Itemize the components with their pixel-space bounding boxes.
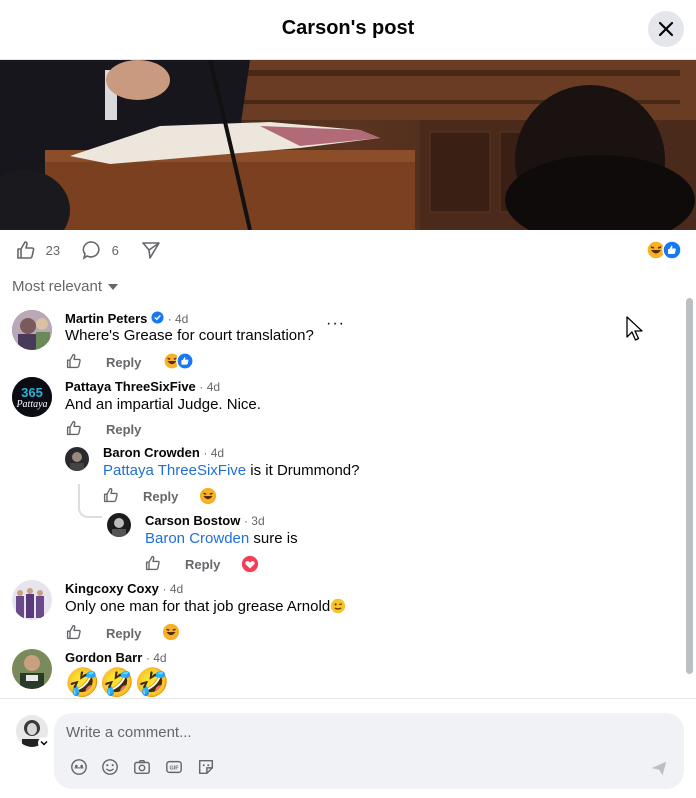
comment-time[interactable]: · 4d <box>163 582 184 596</box>
avatar-sticker-icon[interactable] <box>70 758 88 776</box>
avatar[interactable] <box>65 447 89 471</box>
comment-icon <box>82 241 100 260</box>
like-comment-icon[interactable] <box>103 487 119 503</box>
like-button[interactable]: 23 <box>16 240 60 260</box>
reply-button[interactable]: Reply <box>143 489 178 504</box>
share-icon <box>142 242 160 259</box>
avatar[interactable] <box>12 310 52 350</box>
sort-label: Most relevant <box>12 278 103 295</box>
reply-button[interactable]: Reply <box>185 557 220 572</box>
thread-connector <box>78 484 102 518</box>
scrollbar[interactable] <box>686 298 693 674</box>
avatar[interactable]: 365 Pattaya <box>12 377 52 417</box>
like-comment-icon[interactable] <box>66 420 82 436</box>
close-button[interactable] <box>648 11 684 47</box>
camera-icon[interactable] <box>133 758 151 776</box>
comment-author[interactable]: Gordon Barr · 4d <box>65 650 167 665</box>
comment-text: Pattaya ThreeSixFive is it Drummond? <box>103 462 360 479</box>
like-count: 23 <box>45 242 61 258</box>
send-icon[interactable] <box>650 759 668 777</box>
svg-text:Pattaya: Pattaya <box>15 399 47 410</box>
avatar[interactable] <box>12 649 52 689</box>
comment-time[interactable]: · 4d <box>168 312 189 326</box>
svg-text:GIF: GIF <box>170 766 180 772</box>
sticker-icon[interactable] <box>197 758 215 776</box>
comment-author[interactable]: Kingcoxy Coxy · 4d <box>65 581 183 596</box>
comment-author[interactable]: Martin Peters · 4d <box>65 311 188 326</box>
comment-reactions[interactable] <box>163 352 195 370</box>
dialog-title: Carson's post <box>281 17 415 39</box>
comment-time[interactable]: · 4d <box>146 651 167 665</box>
love-reaction-icon[interactable] <box>241 555 259 573</box>
gif-icon[interactable]: GIF <box>165 758 183 776</box>
reaction-summary[interactable] <box>646 240 684 262</box>
share-button[interactable] <box>141 240 161 260</box>
comment-button[interactable]: 6 <box>82 240 119 260</box>
reply-button[interactable]: Reply <box>106 626 141 641</box>
like-comment-icon[interactable] <box>66 624 82 640</box>
reply-button[interactable]: Reply <box>106 422 141 437</box>
wink-emoji-icon <box>330 598 346 614</box>
like-comment-icon[interactable] <box>145 555 161 571</box>
emoji-icon[interactable] <box>101 758 119 776</box>
svg-text:365: 365 <box>21 385 43 400</box>
comment-text: And an impartial Judge. Nice. <box>65 396 261 413</box>
post-image[interactable] <box>0 60 696 230</box>
mention-link[interactable]: Baron Crowden <box>145 530 249 547</box>
comment-author[interactable]: Carson Bostow · 3d <box>145 513 265 528</box>
comment-time[interactable]: · 3d <box>244 514 265 528</box>
haha-reaction-icon[interactable] <box>162 623 180 641</box>
comment-count: 6 <box>111 242 119 258</box>
comment-time[interactable]: · 4d <box>203 446 224 460</box>
post-actions: 23 6 <box>0 232 696 268</box>
comment-text: Baron Crowden sure is <box>145 530 298 547</box>
chevron-down-icon <box>108 284 119 291</box>
chevron-down-icon[interactable] <box>38 737 50 749</box>
verified-badge-icon <box>151 311 164 324</box>
haha-reaction-icon[interactable] <box>199 487 217 505</box>
sort-dropdown[interactable]: Most relevant <box>12 278 119 295</box>
avatar[interactable] <box>107 513 131 537</box>
comment-composer: Write a comment... GIF <box>0 698 696 798</box>
mention-link[interactable]: Pattaya ThreeSixFive <box>103 462 246 479</box>
comment-text: Only one man for that job grease Arnold <box>65 598 346 615</box>
like-reaction-icon <box>662 240 682 260</box>
dialog-header: Carson's post <box>0 0 696 60</box>
comment-text: Where's Grease for court translation? <box>65 327 314 344</box>
avatar[interactable] <box>12 580 52 620</box>
comment-input-placeholder: Write a comment... <box>66 724 192 741</box>
comment-time[interactable]: · 4d <box>199 380 220 394</box>
mouse-cursor-icon <box>626 316 643 341</box>
reply-button[interactable]: Reply <box>106 355 141 370</box>
close-icon <box>658 21 674 37</box>
comment-author[interactable]: Pattaya ThreeSixFive · 4d <box>65 379 220 394</box>
like-reaction-icon <box>176 352 194 370</box>
comment-input[interactable]: Write a comment... GIF <box>54 713 684 789</box>
thumbs-up-icon <box>17 241 35 259</box>
comment-text: 🤣🤣🤣 <box>65 667 170 698</box>
more-options-button[interactable]: ··· <box>326 315 345 333</box>
comment-author[interactable]: Baron Crowden · 4d <box>103 445 224 460</box>
like-comment-icon[interactable] <box>66 353 82 369</box>
